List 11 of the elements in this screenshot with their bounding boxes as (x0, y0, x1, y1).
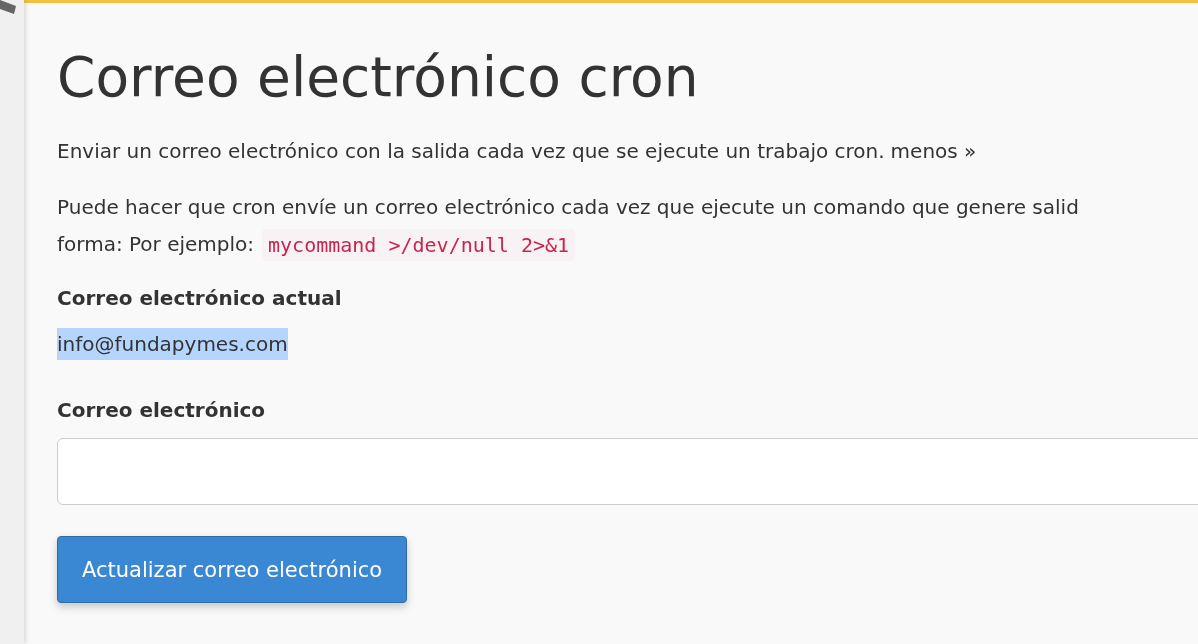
code-snippet: mycommand >/dev/null 2>&1 (262, 228, 576, 261)
less-link[interactable]: menos » (890, 139, 977, 163)
intro-text: Enviar un correo electrónico con la salida cada vez que se ejecute un trabajo cron. (57, 139, 885, 163)
current-email: info@fundapymes.com (57, 328, 288, 360)
page-title: Correo electrónico cron (57, 44, 700, 111)
field-label: Correo electrónico (57, 397, 267, 424)
field-label: Correo electrónico actual (57, 285, 343, 312)
email-input-field[interactable] (57, 438, 1198, 505)
update-email-button[interactable]: Actualizar correo electrónico (57, 536, 408, 603)
help-text: forma: Por ejemplo: (57, 231, 255, 258)
help-text: Puede hacer que cron envíe un correo electrónico cada vez que ejecute un comando que genere salid (57, 194, 1080, 221)
